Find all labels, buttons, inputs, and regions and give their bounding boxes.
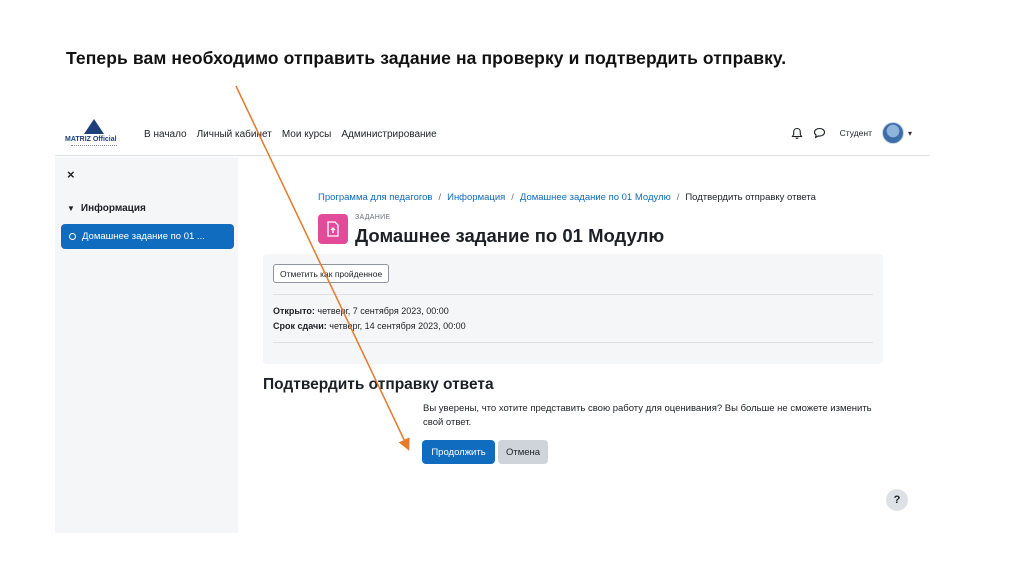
completion-circle-icon [69, 233, 76, 240]
assignment-upload-icon [318, 214, 348, 244]
due-value: четверг, 14 сентября 2023, 00:00 [329, 321, 466, 331]
breadcrumb-item[interactable]: Домашнее задание по 01 Модулю [520, 192, 671, 203]
breadcrumb-separator: / [511, 192, 514, 203]
user-menu-area: Студент ▾ [791, 122, 912, 144]
primary-nav: В начало Личный кабинет Мои курсы Админи… [144, 129, 437, 140]
drawer-section-label: Информация [80, 203, 146, 214]
page-title: Домашнее задание по 01 Модулю [355, 225, 665, 246]
close-drawer-icon[interactable]: × [67, 167, 75, 182]
nav-dashboard[interactable]: Личный кабинет [197, 129, 272, 140]
nav-administration[interactable]: Администрирование [341, 129, 436, 140]
user-role-label: Студент [839, 128, 872, 138]
nav-my-courses[interactable]: Мои курсы [282, 129, 332, 140]
confirm-heading: Подтвердить отправку ответа [263, 376, 494, 393]
opened-label: Открыто: [273, 306, 315, 316]
breadcrumb: Программа для педагогов / Информация / Д… [318, 192, 816, 203]
opened-value: четверг, 7 сентября 2023, 00:00 [317, 306, 449, 316]
breadcrumb-item[interactable]: Программа для педагогов [318, 192, 432, 203]
help-button[interactable]: ? [886, 489, 908, 511]
chevron-down-icon[interactable]: ▾ [908, 129, 912, 138]
divider [273, 342, 873, 343]
slide-title: Теперь вам необходимо отправить задание … [66, 48, 787, 68]
nav-home[interactable]: В начало [144, 129, 187, 140]
breadcrumb-item[interactable]: Информация [447, 192, 505, 203]
logo-underline [71, 145, 117, 147]
breadcrumb-separator: / [676, 192, 680, 203]
activity-info-box: Отметить как пройденное Открыто: четверг… [263, 254, 883, 364]
divider [273, 294, 873, 295]
drawer-item-label: Домашнее задание по 01 ... [82, 231, 205, 242]
continue-button[interactable]: Продолжить [422, 440, 495, 464]
due-label: Срок сдачи: [273, 321, 327, 331]
confirm-message: Вы уверены, что хотите представить свою … [423, 403, 872, 428]
breadcrumb-current: Подтвердить отправку ответа [685, 192, 816, 203]
chevron-down-icon: ▼ [67, 204, 75, 213]
bell-icon[interactable] [791, 127, 803, 140]
top-navbar: MATRIZ Official В начало Личный кабинет … [55, 113, 930, 156]
drawer-section-info[interactable]: ▼ Информация [67, 203, 146, 214]
avatar[interactable] [881, 122, 904, 144]
due-date: Срок сдачи: четверг, 14 сентября 2023, 0… [273, 321, 466, 331]
course-index-drawer: × ▼ Информация Домашнее задание по 01 ..… [55, 157, 238, 533]
cancel-button[interactable]: Отмена [498, 440, 548, 464]
site-logo[interactable]: MATRIZ Official [65, 119, 125, 151]
opened-date: Открыто: четверг, 7 сентября 2023, 00:00 [273, 306, 449, 316]
logo-triangle-icon [84, 119, 104, 134]
mark-as-done-button[interactable]: Отметить как пройденное [273, 264, 390, 283]
breadcrumb-separator: / [438, 192, 442, 203]
moodle-screenshot: MATRIZ Official В начало Личный кабинет … [55, 113, 930, 533]
slide: Теперь вам необходимо отправить задание … [0, 0, 1024, 574]
chat-icon[interactable] [813, 127, 826, 139]
logo-text: MATRIZ Official [65, 136, 117, 143]
activity-type-label: ЗАДАНИЕ [355, 214, 391, 221]
drawer-item-homework[interactable]: Домашнее задание по 01 ... [61, 224, 234, 249]
